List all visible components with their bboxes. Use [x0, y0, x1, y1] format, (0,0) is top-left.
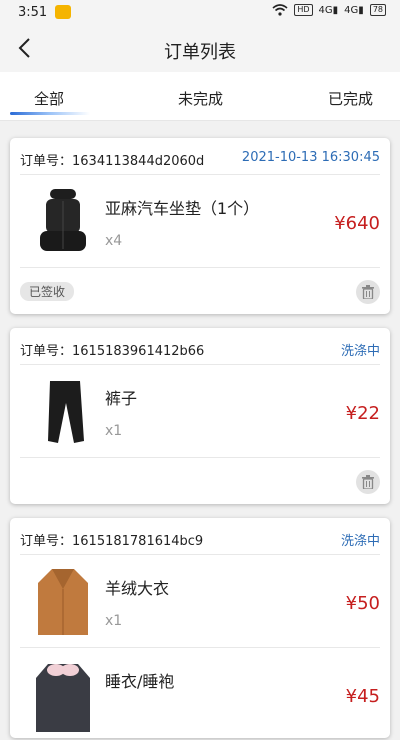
order-card[interactable]: 订单号：1615181781614bc9 洗涤中 羊绒大衣 x1 ¥50 睡衣/… [10, 518, 390, 738]
order-card[interactable]: 订单号：1615183961412b66 洗涤中 裤子 x1 ¥22 [10, 328, 390, 504]
signal-label-1: 4G [318, 4, 333, 16]
item-name: 羊绒大衣 [105, 579, 170, 598]
trash-icon [362, 475, 374, 489]
order-status: 洗涤中 [340, 344, 380, 359]
delete-button[interactable] [356, 470, 380, 494]
order-item[interactable]: 羊绒大衣 x1 ¥50 [20, 555, 380, 648]
signal-icon-1: 4G▮ [318, 4, 339, 16]
signal-icon-2: 4G▮ [344, 4, 364, 16]
status-icons: HD 4G▮ 4G▮ 78 [272, 4, 386, 16]
item-name: 裤子 [105, 389, 138, 408]
tab-all[interactable]: 全部 [34, 88, 64, 109]
order-time: 2021-10-13 16:30:45 [241, 150, 380, 165]
order-header: 订单号：1615183961412b66 洗涤中 [20, 328, 380, 365]
pajamas-image [36, 664, 90, 732]
order-item[interactable]: 睡衣/睡袍 ¥45 [20, 648, 380, 740]
coat-image [38, 569, 88, 635]
order-number: 订单号：1615183961412b66 [20, 344, 205, 359]
signal-label-2: 4G [344, 4, 359, 16]
trash-icon [362, 285, 374, 299]
order-header: 订单号：1615181781614bc9 洗涤中 [20, 518, 380, 555]
order-card[interactable]: 订单号：1634113844d2060d 2021-10-13 16:30:45… [10, 138, 390, 314]
order-header: 订单号：1634113844d2060d 2021-10-13 16:30:45 [20, 138, 380, 175]
tab-incomplete[interactable]: 未完成 [178, 88, 223, 109]
delete-button[interactable] [356, 280, 380, 304]
status-bar: 3:51 HD 4G▮ 4G▮ 78 [0, 0, 400, 26]
item-quantity: x1 [105, 423, 123, 439]
item-quantity: x4 [105, 233, 123, 249]
wifi-icon [272, 4, 288, 16]
item-name: 亚麻汽车坐垫（1个） [105, 199, 260, 218]
item-price: ¥45 [345, 686, 380, 707]
pants-image [48, 381, 84, 443]
nav-bar: 订单列表 [0, 26, 400, 72]
hd-icon: HD [294, 4, 313, 16]
item-price: ¥640 [334, 213, 380, 234]
order-footer [20, 458, 380, 504]
item-price: ¥22 [345, 403, 380, 424]
order-status: 洗涤中 [340, 534, 380, 549]
order-number: 订单号：1634113844d2060d [20, 154, 205, 169]
status-badge: 已签收 [20, 282, 75, 301]
seat-cushion-image [40, 189, 86, 251]
item-price: ¥50 [345, 593, 380, 614]
order-footer: 已签收 [20, 268, 380, 314]
app-notification-icon [55, 5, 71, 19]
tab-indicator [10, 112, 90, 115]
status-time: 3:51 [18, 5, 48, 20]
battery-icon: 78 [369, 4, 386, 16]
item-name: 睡衣/睡袍 [105, 672, 175, 691]
tab-completed[interactable]: 已完成 [328, 88, 373, 109]
order-item[interactable]: 裤子 x1 ¥22 [20, 365, 380, 458]
order-number: 订单号：1615181781614bc9 [20, 534, 204, 549]
order-item[interactable]: 亚麻汽车坐垫（1个） x4 ¥640 [20, 175, 380, 268]
order-tabs: 全部 未完成 已完成 [0, 72, 400, 121]
item-quantity: x1 [105, 613, 123, 629]
page-title: 订单列表 [164, 42, 236, 63]
